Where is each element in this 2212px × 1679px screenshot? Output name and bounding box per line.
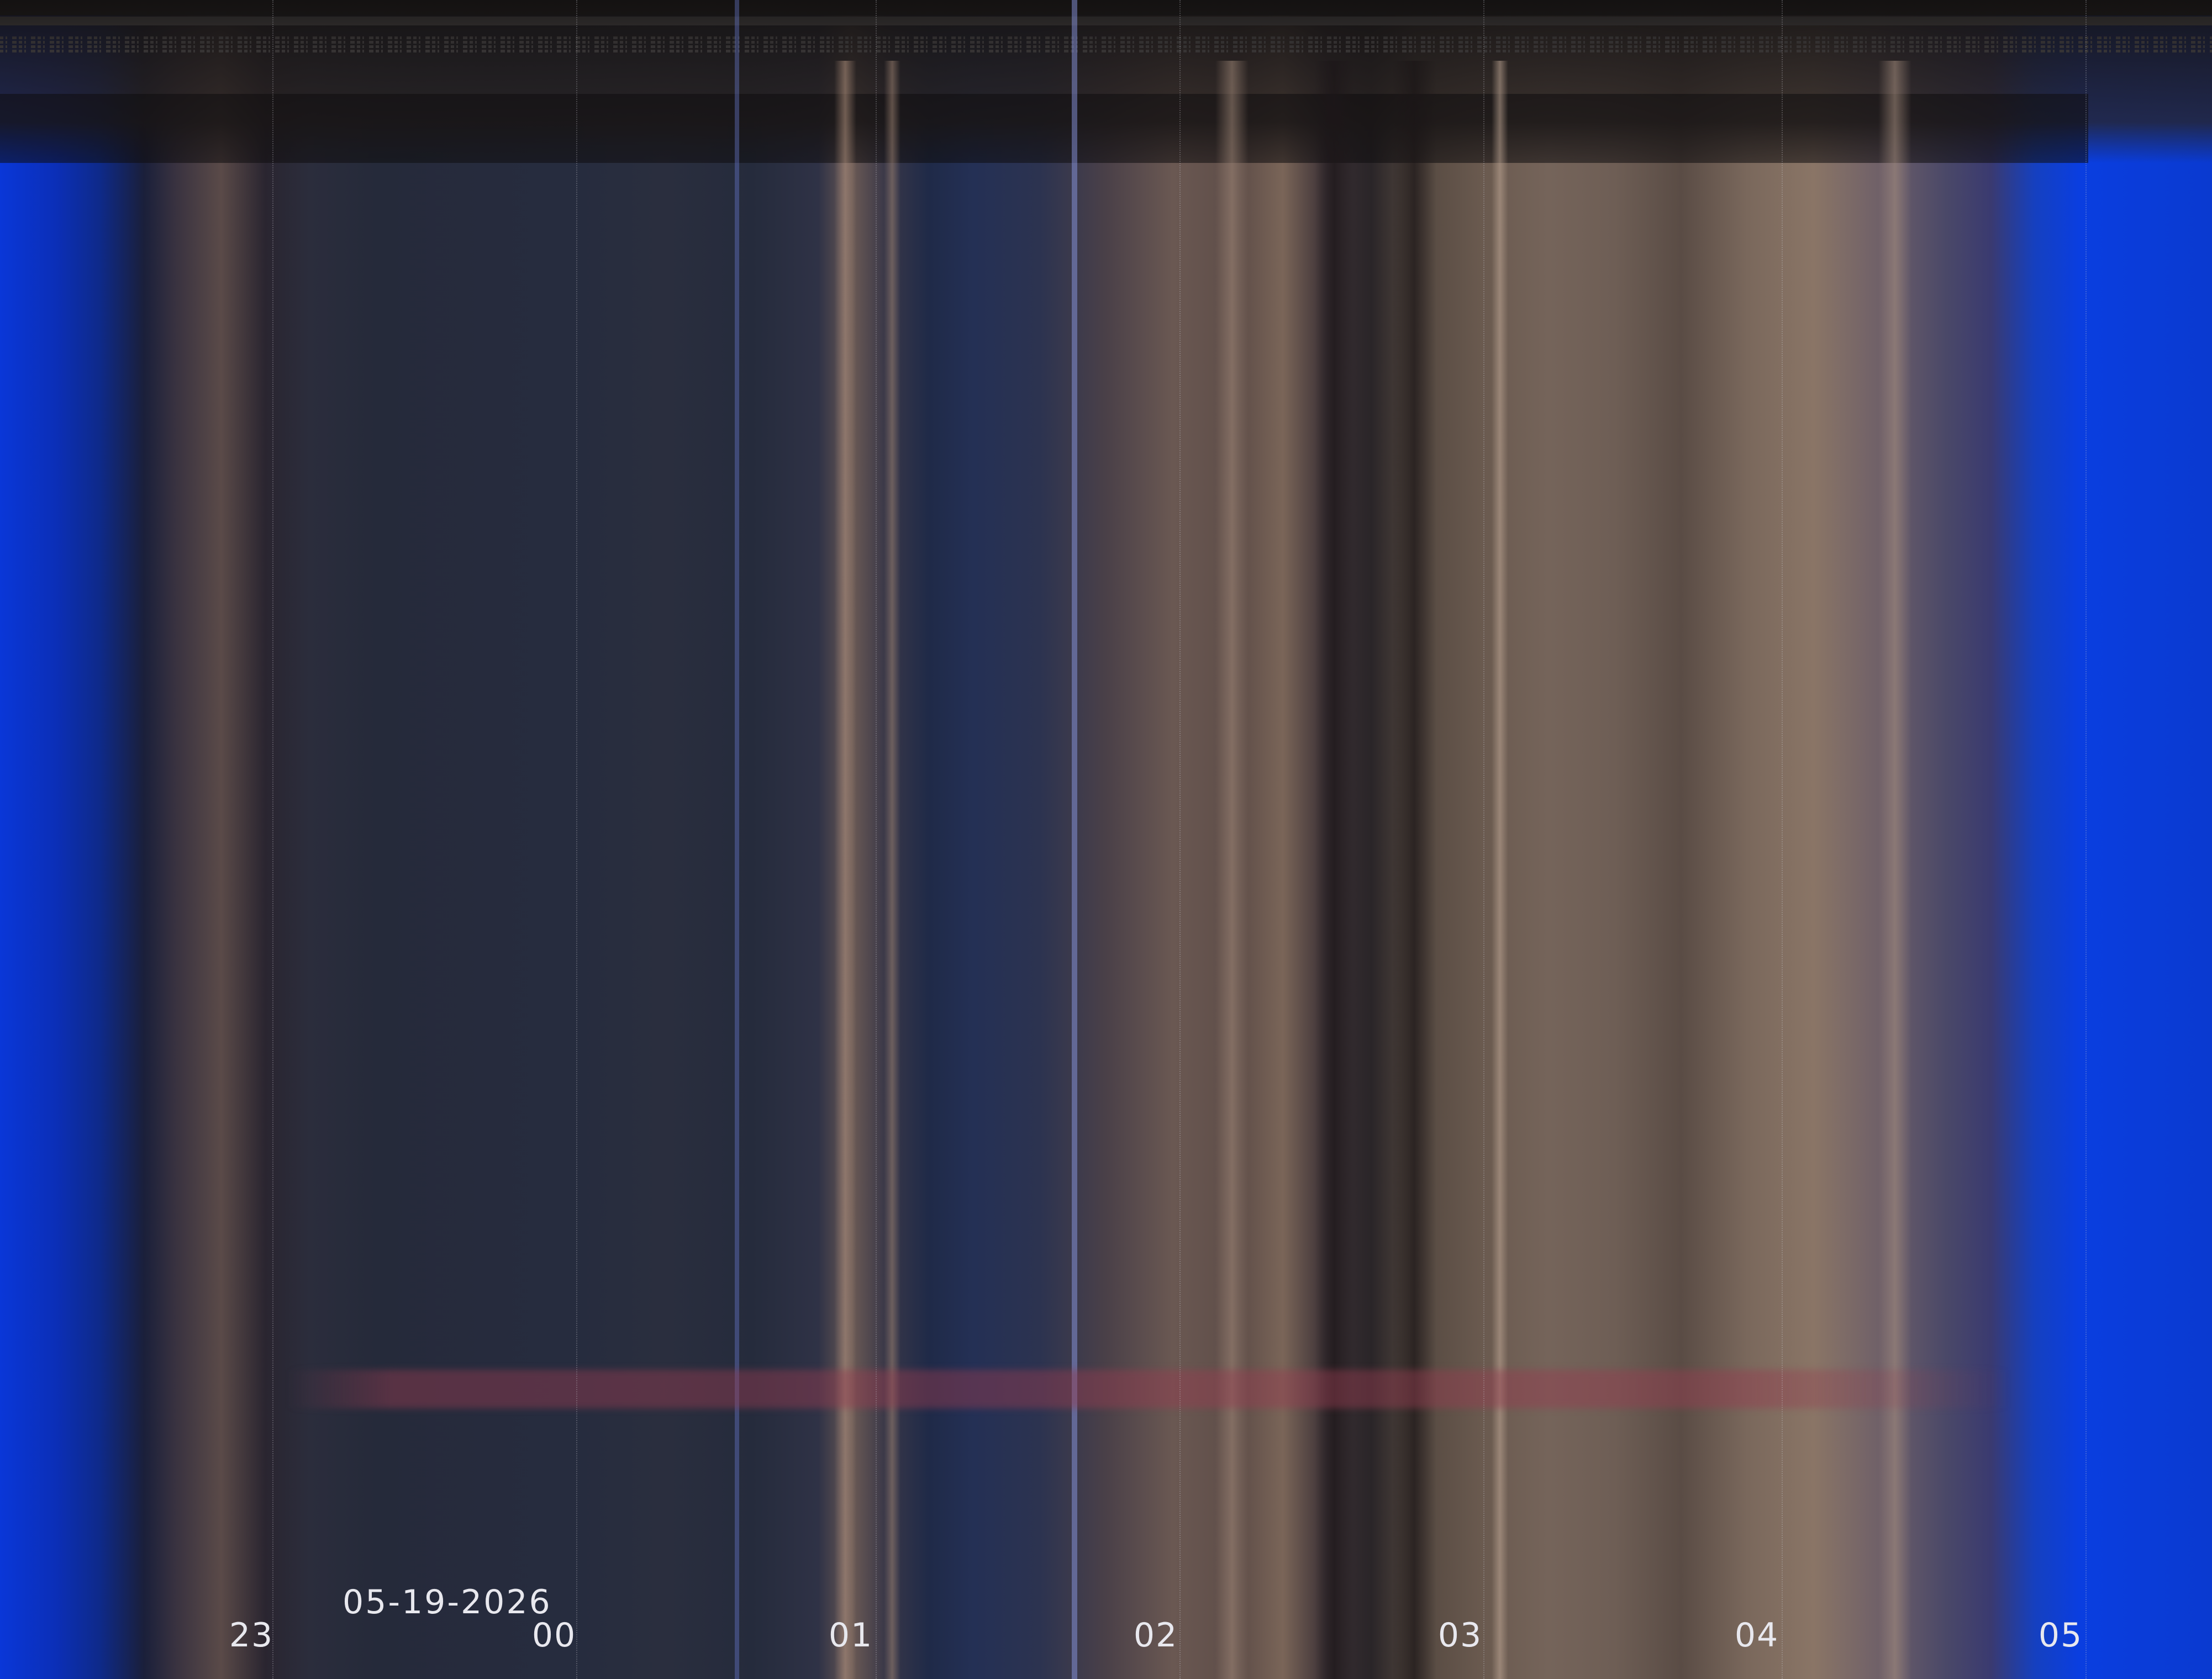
streak: [834, 61, 856, 1679]
streak: [1878, 61, 1911, 1679]
gridline: [1179, 0, 1181, 1679]
streak: [1215, 61, 1249, 1679]
streak: [884, 61, 900, 1679]
gridline: [576, 0, 577, 1679]
spectrogram-canvas: 05-19-2026 23 00 01 02 03 04 05: [0, 0, 2212, 1679]
tick-label: 05: [2038, 1616, 2083, 1655]
streak: [1492, 61, 1508, 1679]
streak: [1072, 0, 1077, 1679]
tick-label: 01: [828, 1616, 873, 1655]
red-horizontal-band: [287, 1370, 2011, 1408]
date-label: 05-19-2026: [343, 1583, 552, 1622]
streak: [1315, 61, 1353, 1679]
streak: [1392, 61, 1436, 1679]
gridline: [272, 0, 273, 1679]
gridline: [2085, 0, 2087, 1679]
gridline: [1782, 0, 1783, 1679]
header-band-dark: [0, 94, 2088, 163]
tick-label: 04: [1734, 1616, 1779, 1655]
gridline: [1483, 0, 1484, 1679]
gridline: [876, 0, 877, 1679]
streak: [735, 0, 739, 1679]
tick-label: 00: [531, 1616, 577, 1655]
tick-label: 23: [229, 1616, 274, 1655]
tick-label: 02: [1133, 1616, 1178, 1655]
tick-label: 03: [1437, 1616, 1483, 1655]
